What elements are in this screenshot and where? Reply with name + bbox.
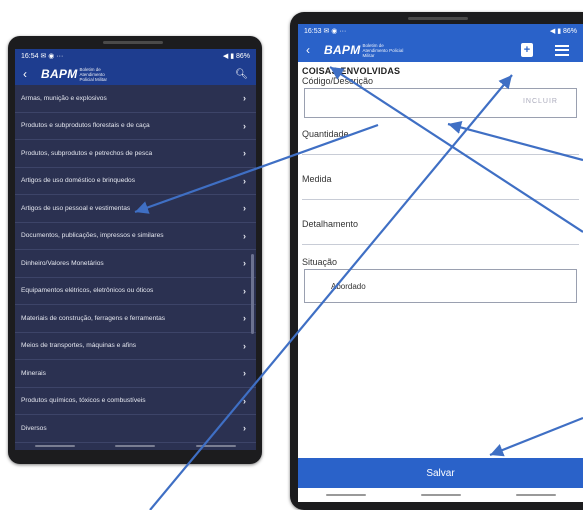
list-item-label: Armas, munição e explosivos bbox=[21, 94, 107, 102]
chevron-right-icon: › bbox=[243, 285, 246, 296]
chevron-right-icon: › bbox=[243, 175, 246, 186]
list-item-label: Dinheiro/Valores Monetários bbox=[21, 259, 104, 267]
medida-label: Medida bbox=[302, 174, 332, 184]
status-time: 16:54 bbox=[21, 53, 39, 60]
status-left-icons: ✉ ◉ ··· bbox=[323, 28, 347, 35]
list-item[interactable]: Materiais de construção, ferragens e fer… bbox=[15, 305, 256, 333]
app-logo: BAPM bbox=[324, 43, 361, 57]
chevron-right-icon: › bbox=[243, 368, 246, 379]
list-item[interactable]: Minerais › bbox=[15, 360, 256, 388]
back-arrow-icon[interactable]: ‹ bbox=[306, 43, 324, 57]
list-item[interactable]: Artigos de uso pessoal e vestimentas › bbox=[15, 195, 256, 223]
status-bar: 16:53 ✉ ◉ ··· ◀ ▮ 86% bbox=[298, 24, 583, 38]
codigo-field[interactable]: INCLUIR bbox=[304, 88, 577, 118]
situacao-value: Abordado bbox=[331, 281, 366, 291]
chevron-right-icon: › bbox=[243, 148, 246, 159]
list-item-label: Produtos químicos, tóxicos e combustívei… bbox=[21, 397, 146, 405]
add-item-icon[interactable] bbox=[521, 43, 533, 57]
situacao-select[interactable]: Abordado bbox=[304, 269, 577, 303]
phone-notch bbox=[103, 41, 163, 44]
category-list: Armas, munição e explosivos › Produtos e s… bbox=[15, 85, 256, 443]
chevron-right-icon: › bbox=[243, 423, 246, 434]
chevron-right-icon: › bbox=[243, 230, 246, 241]
codigo-label: Código/Descrição bbox=[302, 76, 374, 86]
chevron-right-icon: › bbox=[243, 258, 246, 269]
list-item[interactable]: Produtos químicos, tóxicos e combustívei… bbox=[15, 388, 256, 415]
app-bar: ‹ BAPM Boletim de Atendimento Policial M… bbox=[298, 38, 583, 62]
quantidade-label: Quantidade bbox=[302, 129, 349, 139]
list-item-label: Diversos bbox=[21, 424, 47, 432]
detalhamento-label: Detalhamento bbox=[302, 219, 359, 229]
list-item[interactable]: Diversos › bbox=[15, 415, 256, 443]
search-icon[interactable]: 🔍︎ bbox=[235, 69, 248, 80]
right-phone: 16:53 ✉ ◉ ··· ◀ ▮ 86% ‹ BAPM Boletim de … bbox=[290, 12, 583, 510]
detalhamento-field[interactable]: Detalhamento bbox=[302, 200, 579, 245]
list-item-label: Artigos de uso doméstico e brinquedos bbox=[21, 177, 135, 185]
list-item-label: Meios de transportes, máquinas e afins bbox=[21, 342, 137, 350]
chevron-right-icon: › bbox=[243, 395, 246, 406]
include-hint: INCLUIR bbox=[522, 98, 558, 105]
save-button[interactable]: Salvar bbox=[298, 458, 583, 488]
chevron-right-icon: › bbox=[243, 313, 246, 324]
section-title: COISAS ENVOLVIDAS bbox=[302, 66, 401, 76]
chevron-right-icon: › bbox=[243, 93, 246, 104]
left-phone-screen: 16:54 ✉ ◉ ··· ◀ ▮ 86% ‹ BAPM Boletim de … bbox=[15, 49, 256, 450]
form: COISAS ENVOLVIDAS Código/Descrição INCLU… bbox=[298, 62, 583, 303]
list-item[interactable]: Dinheiro/Valores Monetários › bbox=[15, 250, 256, 278]
list-item-label: Artigos de uso pessoal e vestimentas bbox=[21, 204, 131, 212]
medida-field[interactable]: Medida bbox=[302, 155, 579, 200]
status-right-icons: ◀ ▮ 86% bbox=[549, 28, 577, 35]
phone-notch bbox=[408, 17, 468, 20]
back-arrow-icon[interactable]: ‹ bbox=[23, 67, 41, 81]
menu-icon[interactable] bbox=[555, 44, 569, 56]
status-left-icons: ✉ ◉ ··· bbox=[40, 53, 64, 60]
app-logo-subtitle: Boletim de Atendimento Policial Militar bbox=[362, 42, 404, 58]
chevron-right-icon: › bbox=[243, 203, 246, 214]
list-item[interactable]: Equipamentos elétricos, eletrônicos ou ó… bbox=[15, 278, 256, 305]
quantidade-field[interactable]: Quantidade bbox=[302, 118, 579, 155]
list-item[interactable]: Armas, munição e explosivos › bbox=[15, 85, 256, 113]
chevron-right-icon: › bbox=[243, 120, 246, 131]
right-phone-screen: 16:53 ✉ ◉ ··· ◀ ▮ 86% ‹ BAPM Boletim de … bbox=[298, 24, 583, 502]
list-item[interactable]: Meios de transportes, máquinas e afins › bbox=[15, 333, 256, 360]
app-logo: BAPM bbox=[41, 67, 78, 81]
system-nav-bar bbox=[15, 442, 256, 450]
status-right-icons: ◀ ▮ 86% bbox=[222, 53, 250, 60]
situacao-label: Situação bbox=[302, 257, 338, 267]
list-item-label: Materiais de construção, ferragens e fer… bbox=[21, 314, 166, 322]
app-bar: ‹ BAPM Boletim de Atendimento Policial M… bbox=[15, 63, 256, 85]
list-item-label: Minerais bbox=[21, 369, 46, 377]
system-nav-bar bbox=[298, 490, 583, 500]
list-item-label: Produtos, subprodutos e petrechos de pes… bbox=[21, 149, 153, 157]
status-time: 16:53 bbox=[304, 28, 322, 35]
list-item-label: Produtos e subprodutos florestais e de c… bbox=[21, 122, 150, 130]
scrollbar[interactable] bbox=[251, 254, 254, 334]
list-item[interactable]: Documentos, publicações, impressos e sim… bbox=[15, 223, 256, 250]
app-logo-subtitle: Boletim de Atendimento Policial Militar bbox=[79, 66, 108, 82]
left-phone: 16:54 ✉ ◉ ··· ◀ ▮ 86% ‹ BAPM Boletim de … bbox=[8, 36, 262, 464]
list-item[interactable]: Produtos, subprodutos e petrechos de pes… bbox=[15, 140, 256, 168]
list-item[interactable]: Produtos e subprodutos florestais e de c… bbox=[15, 113, 256, 140]
chevron-right-icon: › bbox=[243, 340, 246, 351]
list-item-label: Equipamentos elétricos, eletrônicos ou ó… bbox=[21, 287, 154, 295]
status-bar: 16:54 ✉ ◉ ··· ◀ ▮ 86% bbox=[15, 49, 256, 63]
list-item[interactable]: Artigos de uso doméstico e brinquedos › bbox=[15, 168, 256, 195]
list-item-label: Documentos, publicações, impressos e sim… bbox=[21, 232, 164, 240]
